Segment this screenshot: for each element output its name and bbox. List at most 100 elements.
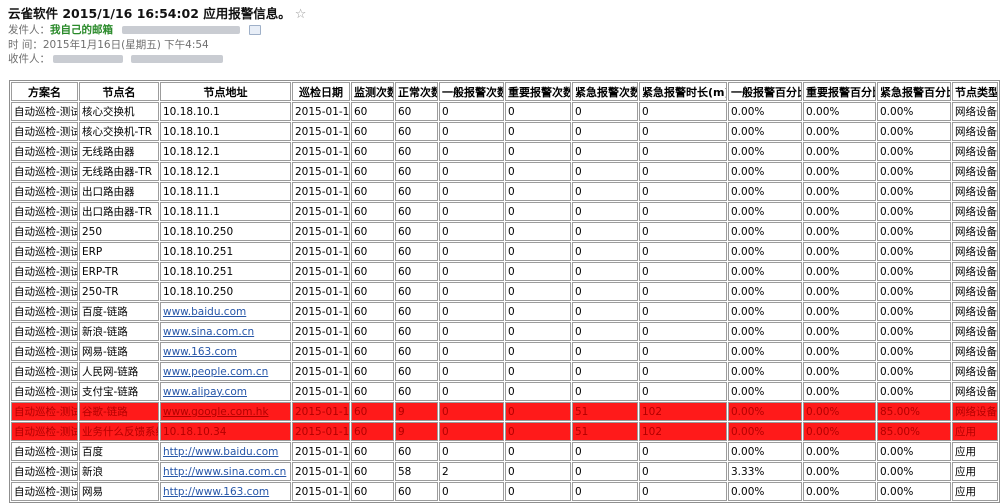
cell-urgent-alert-count: 0: [572, 322, 638, 341]
node-address-link[interactable]: www.alipay.com: [163, 386, 247, 398]
cell-major-alert-percent: 0.00%: [803, 202, 876, 221]
cell-node-address: www.google.com.hk: [160, 402, 291, 421]
cell-urgent-alert-percent: 0.00%: [877, 282, 951, 301]
node-address-link[interactable]: www.baidu.com: [163, 306, 246, 318]
cell-check-date: 2015-01-16: [292, 382, 350, 401]
table-row-alert: 自动巡检-测试2谷歌-链路 www.google.com.hk 2015-01-16…: [11, 402, 998, 421]
cell-scheme-name: 自动巡检-测试2: [11, 402, 78, 421]
cell-node-type: 网络设备: [952, 382, 998, 401]
cell-urgent-alert-duration: 102: [639, 422, 727, 441]
cell-urgent-alert-duration: 0: [639, 122, 727, 141]
cell-node-type: 网络设备: [952, 102, 998, 121]
cell-major-alert-count: 0: [505, 202, 571, 221]
cell-check-date: 2015-01-16: [292, 142, 350, 161]
cell-major-alert-count: 0: [505, 222, 571, 241]
cell-major-alert-percent: 0.00%: [803, 222, 876, 241]
node-address-link[interactable]: http://www.163.com: [163, 486, 269, 498]
cell-monitor-count: 60: [351, 102, 394, 121]
cell-scheme-name: 自动巡检-测试2: [11, 162, 78, 181]
cell-normal-count: 9: [395, 422, 438, 441]
node-address-link[interactable]: www.163.com: [163, 346, 237, 358]
cell-urgent-alert-percent: 0.00%: [877, 122, 951, 141]
cell-general-alert-count: 0: [439, 382, 504, 401]
cell-monitor-count: 60: [351, 222, 394, 241]
contact-card-icon[interactable]: [248, 25, 261, 35]
table-row: 自动巡检-测试2新浪 http://www.sina.com.cn 2015-01-…: [11, 462, 998, 481]
cell-monitor-count: 60: [351, 122, 394, 141]
table-row: 自动巡检-测试2百度 http://www.baidu.com 2015-01-16…: [11, 442, 998, 461]
sender-name[interactable]: 我自己的邮箱: [50, 24, 113, 36]
redacted-recipient-name: [53, 55, 124, 63]
cell-general-alert-count: 0: [439, 322, 504, 341]
node-address-link[interactable]: http://www.baidu.com: [163, 446, 278, 458]
table-row: 自动巡检-测试2网易-链路www.163.com2015-01-16606000…: [11, 342, 998, 361]
star-icon[interactable]: ☆: [295, 7, 307, 22]
cell-urgent-alert-count: 0: [572, 162, 638, 181]
cell-major-alert-percent: 0.00%: [803, 482, 876, 501]
cell-urgent-alert-duration: 102: [639, 402, 727, 421]
cell-normal-count: 60: [395, 322, 438, 341]
cell-major-alert-count: 0: [505, 322, 571, 341]
cell-scheme-name: 自动巡检-测试2: [11, 462, 78, 481]
cell-check-date: 2015-01-16: [292, 422, 350, 441]
cell-urgent-alert-percent: 0.00%: [877, 302, 951, 321]
table-row: 自动巡检-测试2百度-链路www.baidu.com2015-01-166060…: [11, 302, 998, 321]
cell-monitor-count: 60: [351, 182, 394, 201]
cell-urgent-alert-percent: 0.00%: [877, 462, 951, 481]
cell-node-name: 谷歌-链路: [79, 402, 159, 421]
cell-major-alert-count: 0: [505, 102, 571, 121]
to-label: 收件人：: [8, 53, 50, 65]
cell-major-alert-count: 0: [505, 422, 571, 441]
cell-urgent-alert-duration: 0: [639, 222, 727, 241]
table-row: 自动巡检-测试2新浪-链路www.sina.com.cn2015-01-1660…: [11, 322, 998, 341]
cell-node-address: www.people.com.cn: [160, 362, 291, 381]
node-address-link[interactable]: www.google.com.hk: [163, 406, 269, 418]
email-header: 云雀软件 2015/1/16 16:54:02 应用报警信息。 ☆ 发件人：我自己…: [0, 0, 1000, 66]
cell-node-type: 网络设备: [952, 202, 998, 221]
cell-monitor-count: 60: [351, 242, 394, 261]
node-address-link[interactable]: www.sina.com.cn: [163, 326, 254, 338]
to-line: 收件人：: [8, 51, 223, 66]
cell-node-address: www.baidu.com: [160, 302, 291, 321]
node-address-link[interactable]: www.people.com.cn: [163, 366, 268, 378]
table-row: 自动巡检-测试2出口路由器10.18.11.12015-01-166060000…: [11, 182, 998, 201]
from-label: 发件人：: [8, 24, 50, 36]
cell-general-alert-percent: 0.00%: [728, 302, 802, 321]
cell-major-alert-percent: 0.00%: [803, 382, 876, 401]
cell-general-alert-percent: 0.00%: [728, 282, 802, 301]
node-address-link[interactable]: http://www.sina.com.cn: [163, 466, 286, 478]
cell-check-date: 2015-01-16: [292, 462, 350, 481]
cell-general-alert-percent: 0.00%: [728, 362, 802, 381]
cell-major-alert-count: 0: [505, 122, 571, 141]
cell-scheme-name: 自动巡检-测试2: [11, 282, 78, 301]
cell-node-name: 新浪: [79, 462, 159, 481]
cell-urgent-alert-count: 0: [572, 182, 638, 201]
cell-check-date: 2015-01-16: [292, 302, 350, 321]
cell-node-name: 核心交换机-TR: [79, 122, 159, 141]
cell-node-type: 网络设备: [952, 122, 998, 141]
cell-urgent-alert-duration: 0: [639, 462, 727, 481]
cell-general-alert-percent: 0.00%: [728, 342, 802, 361]
email-subject: 云雀软件 2015/1/16 16:54:02 应用报警信息。 ☆: [8, 3, 306, 22]
cell-scheme-name: 自动巡检-测试2: [11, 122, 78, 141]
cell-node-name: 250-TR: [79, 282, 159, 301]
cell-monitor-count: 60: [351, 302, 394, 321]
cell-general-alert-count: 0: [439, 242, 504, 261]
header-general-alert-count: 一般报警次数: [439, 82, 504, 101]
cell-check-date: 2015-01-16: [292, 222, 350, 241]
cell-node-name: ERP-TR: [79, 262, 159, 281]
cell-urgent-alert-percent: 0.00%: [877, 262, 951, 281]
cell-node-type: 网络设备: [952, 402, 998, 421]
cell-scheme-name: 自动巡检-测试2: [11, 182, 78, 201]
cell-urgent-alert-percent: 0.00%: [877, 442, 951, 461]
cell-monitor-count: 60: [351, 382, 394, 401]
cell-monitor-count: 60: [351, 322, 394, 341]
cell-node-type: 网络设备: [952, 322, 998, 341]
cell-node-name: 支付宝-链路: [79, 382, 159, 401]
cell-node-name: 网易-链路: [79, 342, 159, 361]
cell-major-alert-percent: 0.00%: [803, 422, 876, 441]
cell-major-alert-percent: 0.00%: [803, 182, 876, 201]
cell-check-date: 2015-01-16: [292, 122, 350, 141]
cell-major-alert-percent: 0.00%: [803, 242, 876, 261]
cell-general-alert-count: 0: [439, 482, 504, 501]
